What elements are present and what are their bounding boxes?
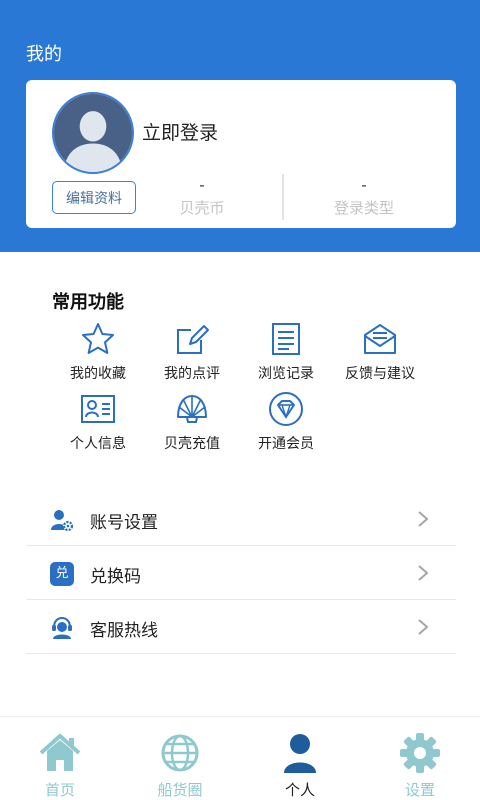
tab-settings[interactable]: 设置 bbox=[360, 717, 480, 800]
feature-label: 开通会员 bbox=[258, 436, 314, 452]
redeem-code-icon-text: 兑 bbox=[55, 566, 69, 581]
section-title: 常用功能 bbox=[52, 292, 124, 313]
tab-personal[interactable]: 个人 bbox=[240, 717, 360, 800]
shell-coins-stat: - 贝壳币 bbox=[142, 176, 262, 218]
menu-label: 兑换码 bbox=[90, 567, 141, 587]
feature-shell-recharge[interactable]: 贝壳充值 bbox=[144, 390, 240, 453]
feature-membership[interactable]: 开通会员 bbox=[238, 390, 334, 453]
shell-icon bbox=[177, 395, 207, 423]
globe-icon bbox=[161, 734, 199, 772]
feature-label: 浏览记录 bbox=[258, 366, 314, 382]
feature-feedback[interactable]: 反馈与建议 bbox=[332, 320, 428, 383]
shell-coins-value: - bbox=[199, 176, 205, 194]
avatar[interactable] bbox=[52, 92, 134, 174]
tab-label: 船货圈 bbox=[157, 781, 203, 799]
chevron-right-icon bbox=[418, 511, 429, 527]
tab-label: 设置 bbox=[404, 781, 435, 799]
feature-favorites[interactable]: 我的收藏 bbox=[50, 320, 146, 383]
menu-customer-service[interactable]: 客服热线 bbox=[26, 600, 456, 654]
page-title: 我的 bbox=[26, 44, 62, 65]
menu-label: 客服热线 bbox=[90, 621, 158, 641]
login-type-label: 登录类型 bbox=[333, 199, 394, 217]
id-card-icon bbox=[81, 395, 115, 423]
feature-label: 个人信息 bbox=[70, 436, 126, 452]
default-avatar-icon bbox=[54, 94, 132, 172]
tab-label: 个人 bbox=[284, 781, 315, 799]
chevron-right-icon bbox=[418, 619, 429, 635]
login-link[interactable]: 立即登录 bbox=[142, 118, 218, 145]
customer-service-icon bbox=[52, 616, 72, 639]
feature-reviews[interactable]: 我的点评 bbox=[144, 320, 240, 383]
feature-label: 反馈与建议 bbox=[345, 366, 415, 382]
edit-icon bbox=[177, 325, 209, 354]
stat-divider bbox=[282, 174, 284, 220]
diamond-icon bbox=[269, 392, 303, 426]
login-type-stat: - 登录类型 bbox=[304, 176, 424, 218]
person-icon bbox=[284, 734, 316, 773]
home-icon bbox=[39, 734, 81, 771]
feature-label: 我的点评 bbox=[164, 366, 220, 382]
edit-profile-button[interactable]: 编辑资料 bbox=[52, 181, 136, 214]
tab-home[interactable]: 首页 bbox=[0, 717, 120, 800]
star-icon bbox=[82, 323, 114, 354]
settings-icon bbox=[400, 733, 440, 773]
feedback-icon bbox=[364, 324, 396, 354]
menu-account-settings[interactable]: 账号设置 bbox=[26, 492, 456, 546]
bottom-tab-bar: 首页 船货圈 个人 设置 bbox=[0, 716, 480, 800]
feature-label: 贝壳充值 bbox=[164, 436, 220, 452]
shell-coins-label: 贝壳币 bbox=[179, 199, 225, 217]
feature-history[interactable]: 浏览记录 bbox=[238, 320, 334, 383]
history-icon bbox=[272, 323, 300, 355]
feature-label: 我的收藏 bbox=[70, 366, 126, 382]
redeem-code-icon: 兑 bbox=[50, 562, 74, 586]
tab-cargo-circle[interactable]: 船货圈 bbox=[120, 717, 240, 800]
tab-label: 首页 bbox=[44, 781, 75, 799]
chevron-right-icon bbox=[418, 565, 429, 581]
profile-card: 立即登录 编辑资料 - 贝壳币 - 登录类型 bbox=[26, 80, 456, 228]
feature-personal-info[interactable]: 个人信息 bbox=[50, 390, 146, 453]
login-type-value: - bbox=[361, 176, 367, 194]
account-settings-icon bbox=[51, 510, 74, 532]
menu-redeem-code[interactable]: 兑 兑换码 bbox=[26, 546, 456, 600]
menu-label: 账号设置 bbox=[90, 513, 158, 533]
